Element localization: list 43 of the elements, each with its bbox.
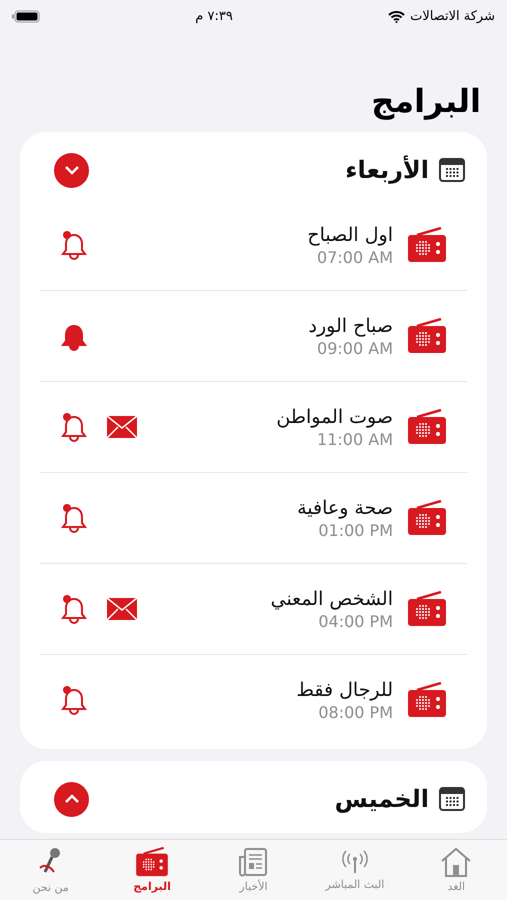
program-time: 08:00 PM — [317, 702, 393, 722]
bell-icon[interactable] — [60, 503, 88, 533]
program-name: صباح الورد — [308, 314, 393, 336]
program-name: صحة وعافية — [296, 496, 393, 518]
radio-icon — [135, 847, 170, 877]
tab-item[interactable]: البرامج — [101, 840, 203, 900]
radio-icon — [407, 318, 447, 354]
radio-icon — [407, 591, 447, 627]
program-time: 09:00 AM — [316, 338, 393, 358]
program-name: الشخص المعني — [270, 588, 393, 610]
program-name: للرجال فقط — [295, 678, 393, 700]
bell-icon[interactable] — [60, 230, 88, 260]
expand-button[interactable] — [54, 782, 89, 816]
radio-icon — [407, 409, 447, 445]
page-title: البرامج — [370, 82, 481, 120]
radio-icon — [407, 682, 447, 718]
program-name: اول الصباح — [306, 224, 393, 246]
program-time: 04:00 PM — [317, 612, 393, 630]
program-time: 01:00 PM — [317, 520, 393, 540]
radio-icon — [407, 227, 447, 263]
program-time: 07:00 AM — [316, 248, 393, 266]
clock-time: ٧:٣٩ م — [195, 8, 233, 24]
wifi-icon — [388, 10, 406, 22]
chevron-icon — [64, 165, 80, 175]
radio-icon — [407, 500, 447, 536]
program-name: صوت المواطن — [275, 406, 393, 428]
bell-icon[interactable] — [60, 594, 88, 624]
envelope-icon[interactable] — [106, 415, 138, 439]
home-icon — [440, 847, 472, 877]
antenna-icon — [340, 849, 370, 875]
day-title: الخميس — [334, 785, 429, 813]
carrier-name: شركة الاتصالات — [410, 8, 495, 24]
day-title: الأربعاء — [344, 156, 429, 184]
battery-icon — [12, 10, 40, 22]
bell-icon[interactable] — [60, 685, 88, 715]
program-time: 11:00 AM — [316, 430, 393, 448]
envelope-icon[interactable] — [106, 597, 138, 621]
calendar-icon — [439, 158, 465, 182]
expand-button[interactable] — [54, 152, 89, 188]
chevron-icon — [64, 794, 80, 804]
newspaper-icon — [238, 847, 268, 877]
calendar-icon — [439, 787, 465, 811]
bell-icon[interactable] — [60, 412, 88, 442]
